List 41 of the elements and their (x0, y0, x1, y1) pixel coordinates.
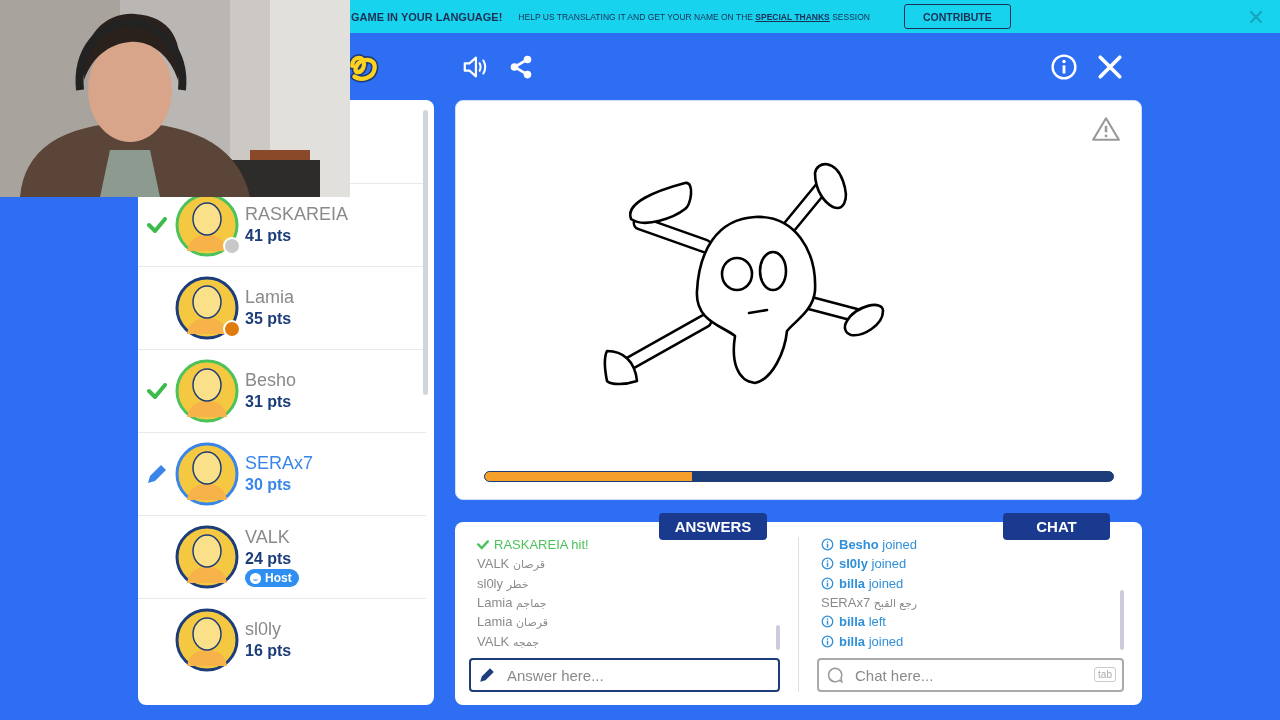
host-label: Host (265, 571, 292, 585)
player-name: RASKAREIA (245, 204, 349, 225)
info-icon (821, 634, 834, 648)
drawing-canvas[interactable] (455, 100, 1142, 500)
player-points: 41 pts (245, 226, 293, 246)
player-points: 30 pts (245, 475, 293, 495)
chat-entry: billa joined (839, 575, 904, 591)
player-name: VALK (245, 527, 291, 548)
player-points: 31 pts (245, 392, 293, 412)
info-icon (821, 576, 834, 590)
info-icon[interactable] (1051, 53, 1077, 80)
scrollbar[interactable] (423, 110, 428, 395)
scrollbar[interactable] (776, 625, 780, 650)
warning-icon[interactable] (1091, 116, 1121, 142)
info-icon (821, 538, 834, 552)
share-icon[interactable] (508, 53, 534, 80)
banner-text: HELP US TRANSLATING IT AND GET YOUR NAME ON THE SPECIAL THANKS SESSION (518, 11, 870, 22)
contribute-button[interactable]: CONTRIBUTE (903, 4, 1011, 29)
answer-field[interactable]: Answer here... (469, 658, 780, 692)
player-name: Lamia (245, 287, 295, 308)
info-icon (821, 615, 834, 629)
pencil-icon (478, 666, 496, 684)
chat-entry: Besho joined (839, 537, 918, 553)
scrollbar[interactable] (1120, 590, 1124, 650)
answer-entry: RASKAREIA hit! (494, 537, 589, 553)
chat-tab[interactable]: CHAT (1003, 513, 1110, 540)
chat-entry: billa joined (839, 633, 904, 649)
player-name: sl0ly (245, 619, 282, 640)
chat-entry: sl0ly joined (839, 556, 907, 572)
chat-entry: billa left (839, 614, 886, 630)
player-points: 16 pts (245, 641, 292, 661)
player-name: SERAx7 (245, 453, 314, 474)
player-points: 24 pts (245, 549, 293, 569)
speech-bubble-icon (826, 666, 844, 684)
answers-tab[interactable]: ANSWERS (659, 513, 767, 540)
info-icon (821, 557, 834, 571)
banner-title: GAME IN YOUR LANGUAGE! (351, 10, 503, 23)
player-name: Besho (245, 370, 297, 391)
key-hint: tab (1094, 667, 1116, 682)
check-icon (477, 539, 489, 550)
player-points: 35 pts (245, 309, 293, 329)
